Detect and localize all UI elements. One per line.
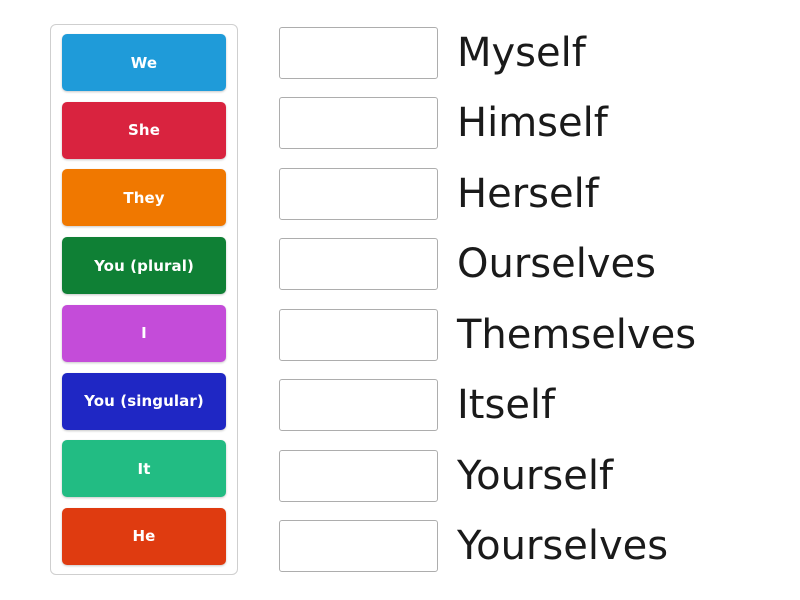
answer-row: Yourselves (279, 518, 779, 575)
draggable-tile[interactable]: He (62, 507, 226, 565)
answer-word: Myself (457, 29, 586, 76)
answer-row: Yourself (279, 447, 779, 504)
answer-row: Himself (279, 95, 779, 152)
answer-row: Ourselves (279, 236, 779, 293)
drop-slot[interactable] (279, 308, 438, 361)
drop-slot[interactable] (279, 167, 438, 220)
match-up-activity: We She They You (plural) I You (singular) It He… (0, 0, 800, 600)
answer-row: Themselves (279, 306, 779, 363)
answer-word: Herself (457, 170, 599, 217)
drop-slot[interactable] (279, 449, 438, 502)
drop-slot[interactable] (279, 520, 438, 573)
answer-row: Myself (279, 24, 779, 81)
answer-row: Herself (279, 165, 779, 222)
draggable-tile[interactable]: She (62, 101, 226, 159)
answer-word: Ourselves (457, 241, 656, 288)
answers-panel: Myself Himself Herself Ourselves Themselves I… (279, 24, 779, 575)
draggable-tile[interactable]: You (singular) (62, 372, 226, 430)
draggable-tile[interactable]: They (62, 169, 226, 227)
drop-slot[interactable] (279, 26, 438, 79)
draggable-tile[interactable]: You (plural) (62, 237, 226, 295)
answer-word: Himself (457, 100, 608, 147)
draggable-tile[interactable]: It (62, 440, 226, 498)
drop-slot[interactable] (279, 97, 438, 150)
answer-word: Themselves (457, 311, 697, 358)
drop-slot[interactable] (279, 379, 438, 432)
draggable-tile[interactable]: We (62, 34, 226, 91)
answer-word: Yourself (457, 452, 614, 499)
answer-word: Yourselves (457, 523, 669, 570)
drop-slot[interactable] (279, 238, 438, 291)
answer-word: Itself (457, 382, 556, 429)
answer-row: Itself (279, 377, 779, 434)
pronoun-tiles-panel: We She They You (plural) I You (singular) It He (50, 24, 238, 575)
draggable-tile[interactable]: I (62, 304, 226, 362)
